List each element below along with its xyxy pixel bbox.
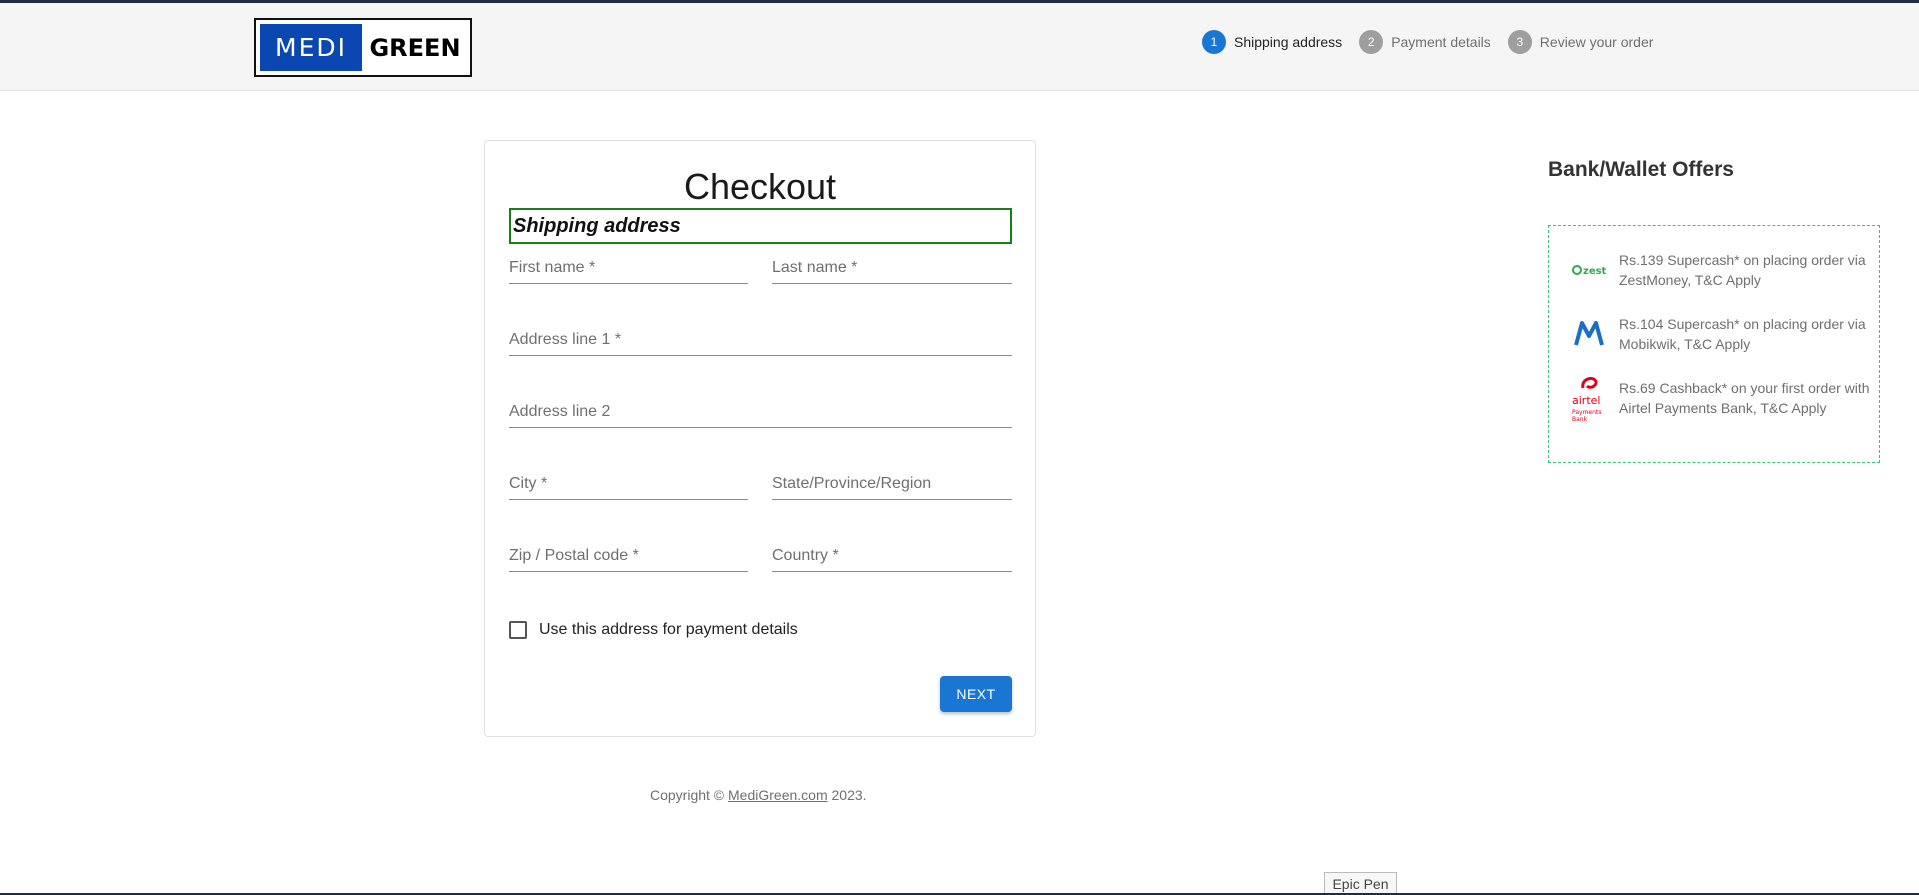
offer-text: Rs.104 Supercash* on placing order via M… (1619, 316, 1866, 352)
zip-code-field[interactable]: Zip / Postal code * (509, 542, 748, 572)
address-line-2-field[interactable]: Address line 2 (509, 398, 1012, 428)
copyright-suffix: 2023. (827, 787, 867, 803)
first-name-field[interactable]: First name * (509, 254, 748, 284)
step-number: 3 (1507, 30, 1532, 54)
page-header: MEDI GREEN 1 Shipping address 2 Payment … (0, 3, 1919, 91)
offers-title: Bank/Wallet Offers (1548, 158, 1734, 181)
page-title: Checkout (683, 166, 837, 207)
use-address-checkbox-row[interactable]: Use this address for payment details (509, 621, 798, 639)
zest-icon: zest (1571, 250, 1609, 290)
offer-item: airtel Payments Bank Rs.69 Cashback* on … (1571, 376, 1871, 423)
checkbox-label: Use this address for payment details (539, 621, 798, 638)
mobikwik-icon (1571, 314, 1609, 354)
offer-text: Rs.69 Cashback* on your first order with… (1619, 380, 1870, 416)
offer-item: zest Rs.139 Supercash* on placing order … (1571, 250, 1871, 290)
next-button[interactable]: NEXT (940, 676, 1012, 712)
step-label: Review your order (1539, 34, 1654, 50)
airtel-icon: airtel Payments Bank (1571, 376, 1609, 423)
step-number: 1 (1202, 30, 1226, 54)
address-line-1-field[interactable]: Address line 1 * (509, 326, 1012, 356)
svg-text:zest: zest (1583, 266, 1607, 277)
svg-text:airtel: airtel (1572, 394, 1600, 407)
step-number: 2 (1359, 30, 1384, 54)
city-field[interactable]: City * (509, 470, 748, 500)
svg-text:Bank: Bank (1572, 416, 1588, 423)
step-label: Payment details (1391, 34, 1491, 50)
step-shipping-address[interactable]: 1 Shipping address (1202, 30, 1342, 54)
offer-item: Rs.104 Supercash* on placing order via M… (1571, 314, 1871, 354)
copyright-prefix: Copyright © (650, 787, 729, 803)
checkout-card: Checkout Shipping address First name * L… (484, 140, 1036, 737)
state-field[interactable]: State/Province/Region (772, 470, 1012, 500)
section-title: Shipping address (509, 208, 1012, 244)
checkout-stepper: 1 Shipping address 2 Payment details 3 R… (1202, 29, 1670, 55)
country-field[interactable]: Country * (772, 542, 1012, 572)
use-address-checkbox[interactable] (509, 621, 527, 639)
step-review-order[interactable]: 3 Review your order (1507, 30, 1654, 54)
svg-text:Payments: Payments (1572, 409, 1601, 416)
step-payment-details[interactable]: 2 Payment details (1359, 30, 1491, 54)
medigreen-link[interactable]: MediGreen.com (728, 787, 828, 803)
epic-pen-tab[interactable]: Epic Pen (1324, 872, 1397, 895)
logo-green-text: GREEN (369, 33, 461, 62)
brand-logo[interactable]: MEDI GREEN (254, 18, 472, 77)
logo-medi-text: MEDI (260, 24, 362, 71)
copyright-text: Copyright © MediGreen.com 2023. (650, 787, 867, 803)
step-label: Shipping address (1234, 34, 1343, 50)
last-name-field[interactable]: Last name * (772, 254, 1012, 284)
offers-box: zest Rs.139 Supercash* on placing order … (1548, 225, 1880, 463)
offer-text: Rs.139 Supercash* on placing order via Z… (1619, 252, 1866, 288)
